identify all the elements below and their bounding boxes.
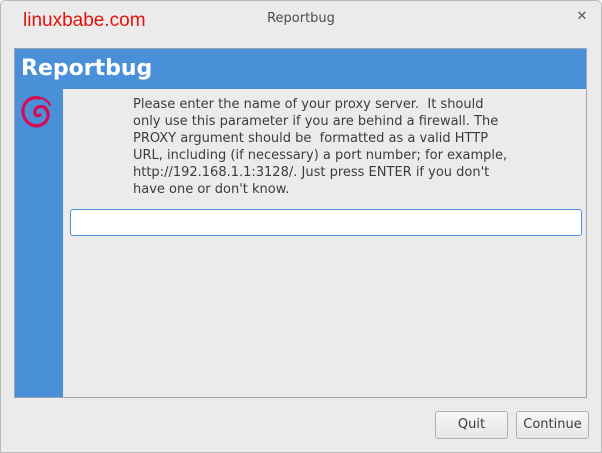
proxy-instructions: Please enter the name of your proxy serv… xyxy=(133,97,508,197)
reportbug-window: linuxbabe.com Reportbug ✕ Reportbug Plea… xyxy=(0,0,602,453)
title-bar[interactable]: linuxbabe.com Reportbug ✕ xyxy=(1,1,601,37)
proxy-input[interactable] xyxy=(70,209,582,236)
close-icon[interactable]: ✕ xyxy=(575,10,589,24)
continue-button[interactable]: Continue xyxy=(516,411,589,439)
header-band: Reportbug xyxy=(15,49,586,89)
side-band xyxy=(15,89,63,397)
quit-button[interactable]: Quit xyxy=(435,411,508,439)
dialog-panel: Reportbug Please enter the name of your … xyxy=(14,48,587,398)
window-title: Reportbug xyxy=(267,11,335,26)
debian-swirl-icon xyxy=(21,96,51,128)
dialog-header-title: Reportbug xyxy=(21,56,153,81)
dialog-content: Please enter the name of your proxy serv… xyxy=(63,89,586,397)
